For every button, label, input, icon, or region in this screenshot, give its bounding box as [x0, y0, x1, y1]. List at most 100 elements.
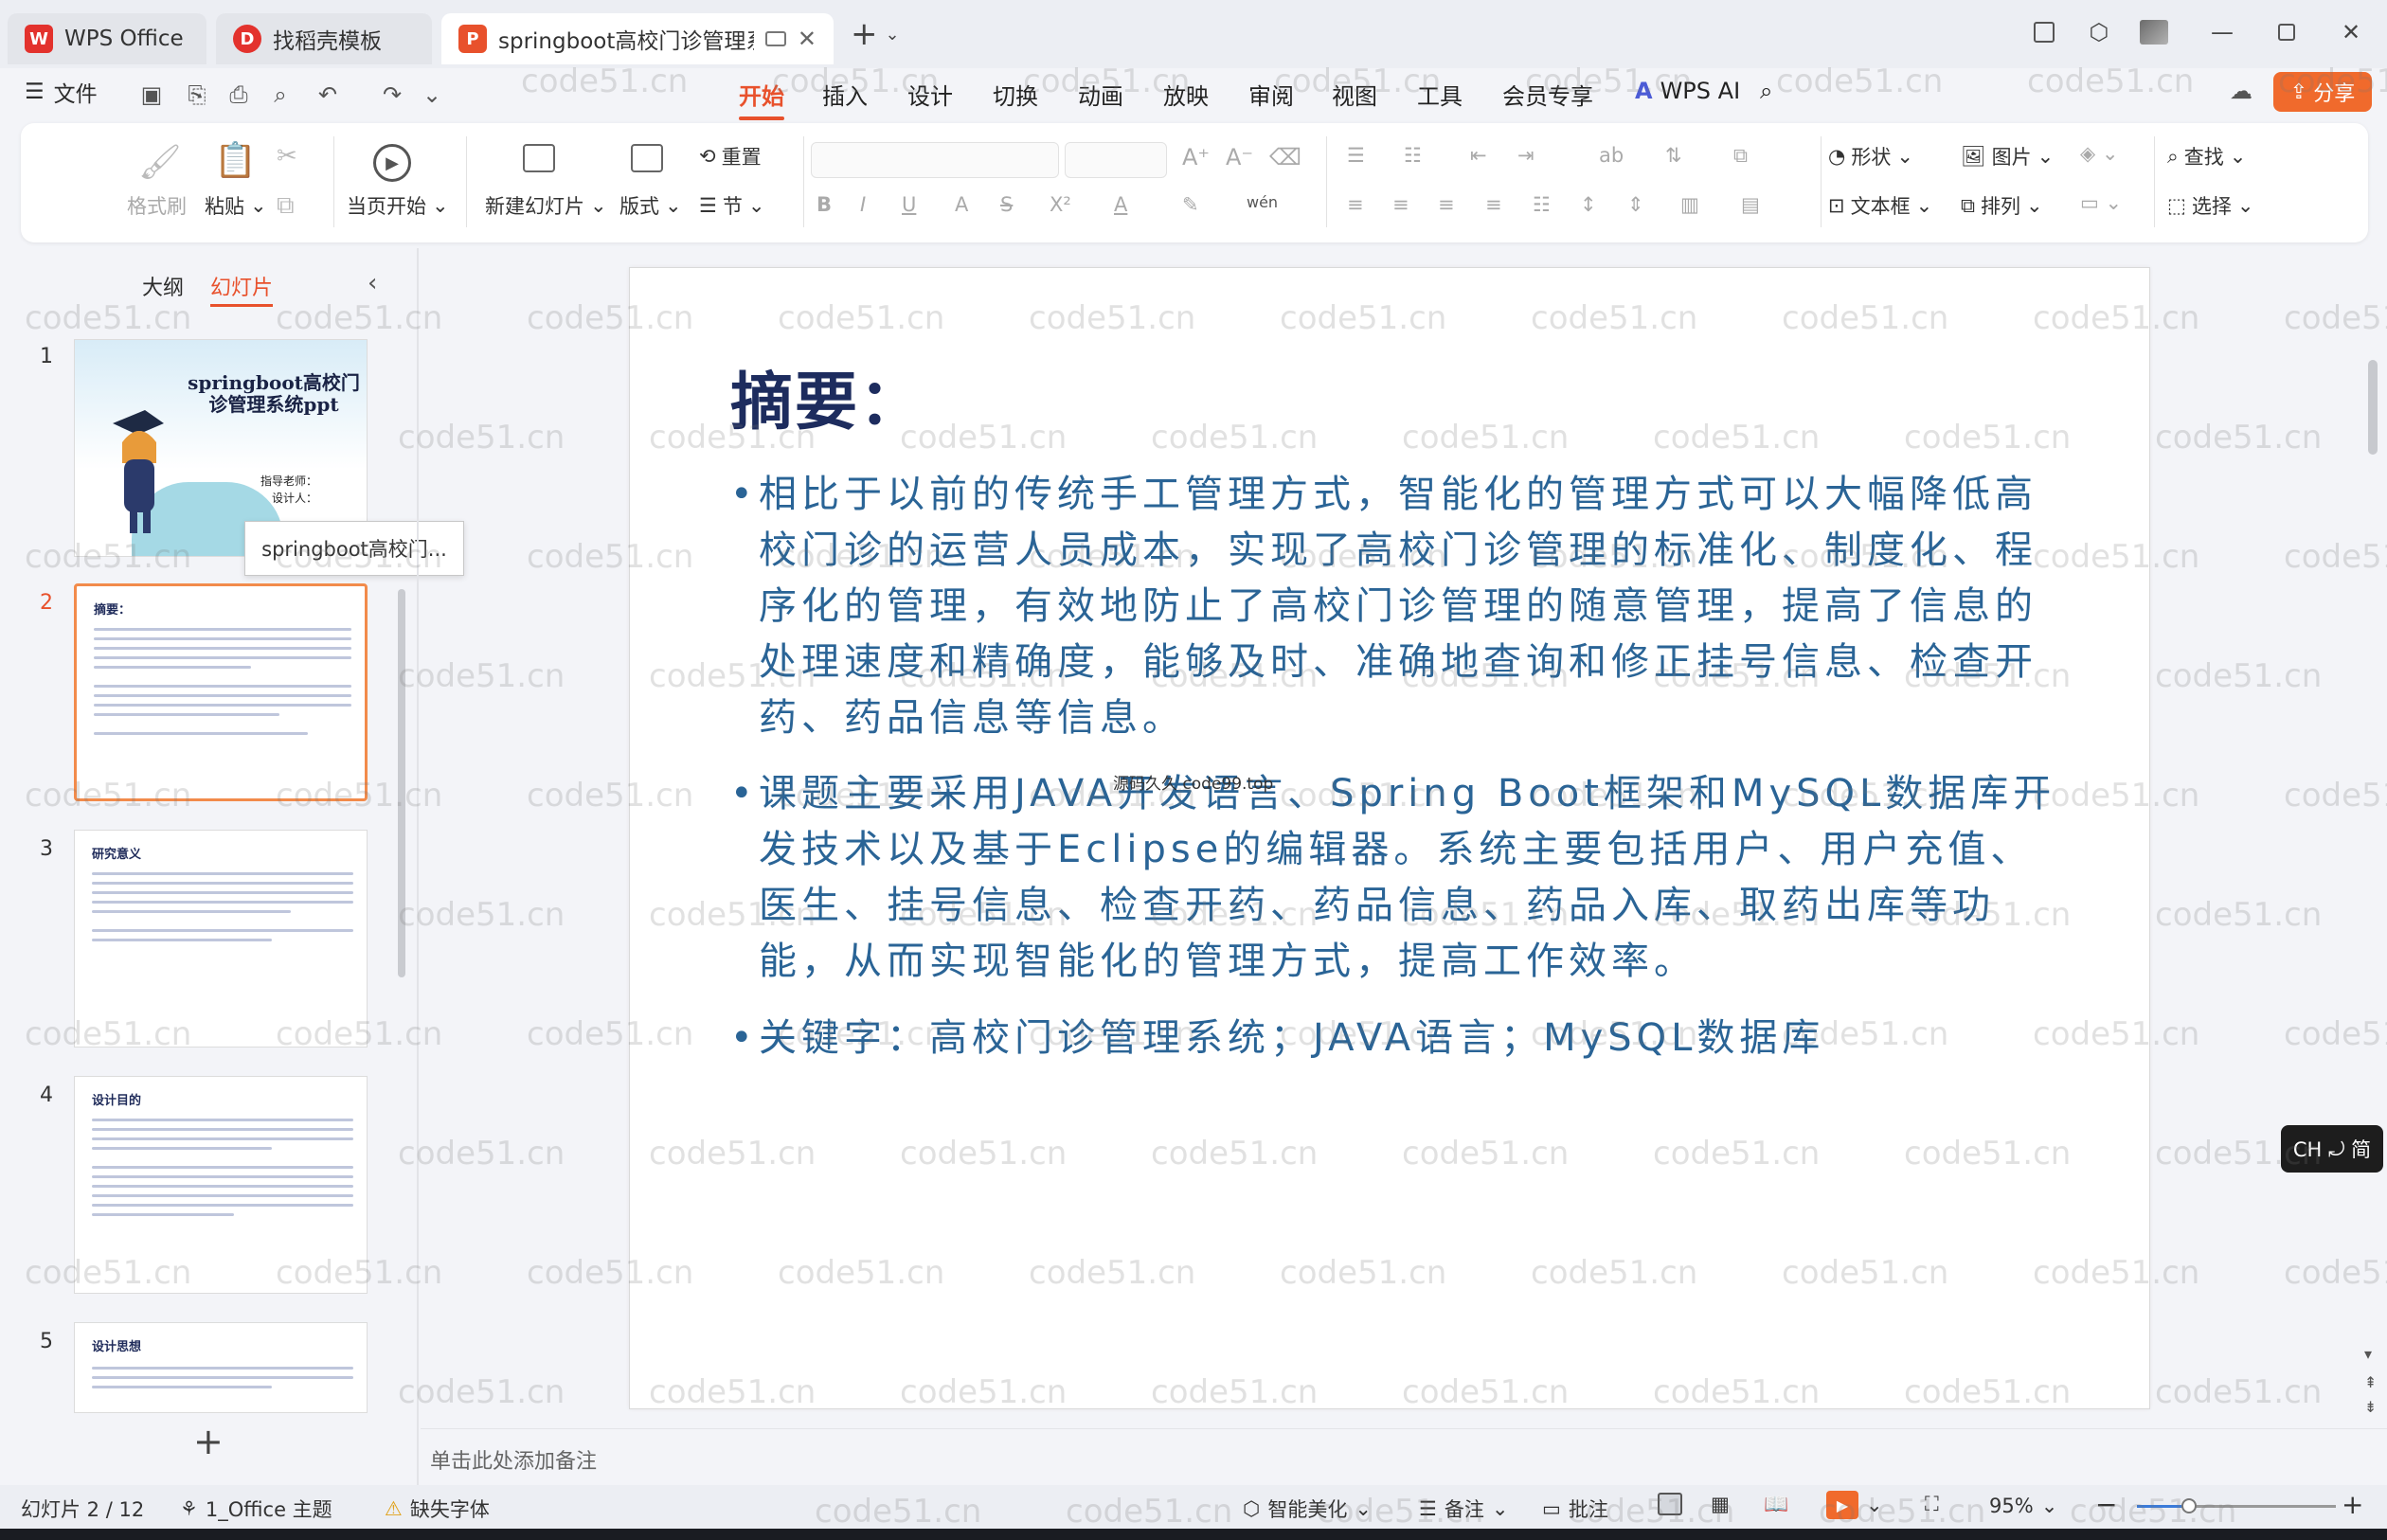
- cube-icon[interactable]: ⬡: [2080, 13, 2118, 51]
- layout-button[interactable]: 版式 ⌄: [619, 191, 682, 220]
- grid-view-icon[interactable]: ▦: [1711, 1493, 1730, 1515]
- tab-design[interactable]: 设计: [907, 78, 953, 111]
- underline-icon[interactable]: U: [902, 193, 916, 216]
- tab-find-template[interactable]: D 找稻壳模板: [216, 13, 432, 64]
- arrange-button[interactable]: ⧉ 排列 ⌄: [1961, 191, 2043, 220]
- tab-insert[interactable]: 插入: [822, 78, 868, 111]
- search-icon[interactable]: ⌕: [1760, 78, 1772, 104]
- zoom-slider[interactable]: [2137, 1498, 2336, 1513]
- format-painter-button[interactable]: 格式刷: [127, 191, 187, 220]
- new-slide-button[interactable]: 新建幻灯片 ⌄: [485, 191, 607, 220]
- tab-slideshow[interactable]: 放映: [1163, 78, 1209, 111]
- screen-icon[interactable]: [764, 31, 786, 46]
- text-align-icon[interactable]: ▤: [1741, 193, 1760, 216]
- columns-icon[interactable]: ▥: [1680, 193, 1699, 216]
- cut-icon[interactable]: ✂: [277, 142, 297, 170]
- find-button[interactable]: ⌕ 查找 ⌄: [2167, 142, 2246, 170]
- tab-transition[interactable]: 切换: [993, 78, 1038, 111]
- clear-format-icon[interactable]: ⌫: [1269, 144, 1301, 170]
- tab-slides[interactable]: 幻灯片: [210, 271, 274, 307]
- tab-member[interactable]: 会员专享: [1502, 78, 1593, 111]
- notes-button[interactable]: ☰ 备注 ⌄: [1419, 1495, 1508, 1523]
- slide-thumbnail-3[interactable]: 研究意义: [74, 830, 368, 1048]
- zoom-in-icon[interactable]: +: [2342, 1489, 2363, 1520]
- shape-button[interactable]: ◔ 形状 ⌄: [1828, 142, 1913, 170]
- zoom-out-icon[interactable]: −: [2095, 1489, 2117, 1520]
- user-avatar[interactable]: [2135, 13, 2173, 51]
- font-family-select[interactable]: [811, 142, 1059, 178]
- new-tab-icon[interactable]: +: [851, 15, 878, 53]
- chevron-down-icon[interactable]: ⌄: [886, 25, 900, 45]
- align-center-icon[interactable]: ≡: [1392, 193, 1409, 216]
- font-size-select[interactable]: [1065, 142, 1167, 178]
- file-menu[interactable]: ☰ 文件: [25, 76, 98, 108]
- reading-view-icon[interactable]: 📖: [1764, 1493, 1788, 1516]
- save-icon[interactable]: ▣: [136, 80, 167, 110]
- paragraph-spacing-icon[interactable]: ⇕: [1627, 193, 1644, 216]
- highlight-icon[interactable]: ✎: [1182, 193, 1199, 216]
- tab-view[interactable]: 视图: [1332, 78, 1377, 111]
- redo-icon[interactable]: ↷: [377, 80, 407, 110]
- wps-ai-button[interactable]: A WPS AI: [1635, 78, 1740, 104]
- textbox-button[interactable]: ⊡ 文本框 ⌄: [1828, 191, 1932, 220]
- prev-slide-icon[interactable]: ⇞: [2364, 1373, 2377, 1391]
- tab-outline[interactable]: 大纲: [142, 271, 184, 301]
- scroll-down-icon[interactable]: ▾: [2364, 1345, 2372, 1363]
- bullet-list-icon[interactable]: ☰: [1347, 144, 1365, 167]
- increase-font-icon[interactable]: A⁺: [1182, 144, 1210, 170]
- decrease-indent-icon[interactable]: ⇤: [1470, 144, 1487, 167]
- next-slide-icon[interactable]: ⇟: [2364, 1398, 2377, 1416]
- bold-icon[interactable]: B: [817, 193, 832, 216]
- align-left-icon[interactable]: ≡: [1347, 193, 1364, 216]
- print-preview-icon[interactable]: ⌕: [265, 80, 296, 110]
- superscript-icon[interactable]: X²: [1050, 193, 1071, 216]
- slide-thumbnail-2[interactable]: 摘要：: [74, 583, 368, 801]
- print-icon[interactable]: ⎙: [224, 80, 254, 110]
- picture-button[interactable]: 🖼 图片 ⌄: [1961, 142, 2054, 170]
- slide-thumbnail-4[interactable]: 设计目的: [74, 1076, 368, 1294]
- undo-icon[interactable]: ↶: [313, 80, 343, 110]
- phonetic-icon[interactable]: wén: [1247, 193, 1278, 211]
- bullet-1[interactable]: • 相比于以前的传统手工管理方式，智能化的管理方式可以大幅降低高校门诊的运营人员…: [730, 467, 2056, 746]
- fill-icon[interactable]: ◈ ⌄: [2080, 142, 2118, 165]
- bullet-2[interactable]: • 课题主要采用JAVA开发语言、Spring Boot框架和MySQL数据库开…: [730, 766, 2056, 990]
- outline-icon[interactable]: ▭ ⌄: [2080, 191, 2122, 214]
- tab-home[interactable]: 开始: [739, 78, 784, 120]
- smart-beautify-button[interactable]: ⬡ 智能美化 ⌄: [1243, 1495, 1372, 1523]
- tab-wps-office[interactable]: W WPS Office: [8, 13, 206, 64]
- reset-button[interactable]: ⟲ 重置: [699, 142, 762, 170]
- export-icon[interactable]: ⎘: [182, 80, 212, 110]
- slide-title[interactable]: 摘要：: [730, 351, 924, 442]
- select-button[interactable]: ⬚ 选择 ⌄: [2167, 191, 2253, 220]
- ime-indicator[interactable]: CH ⤾ 简: [2281, 1125, 2383, 1173]
- strikethrough-icon[interactable]: S: [1000, 193, 1013, 216]
- slide-thumbnail-5[interactable]: 设计思想: [74, 1322, 368, 1413]
- minimize-icon[interactable]: —: [2203, 13, 2241, 51]
- tab-animation[interactable]: 动画: [1078, 78, 1123, 111]
- tab-tools[interactable]: 工具: [1417, 78, 1463, 111]
- cloud-upload-icon[interactable]: ☁: [2226, 76, 2256, 106]
- font-color-icon[interactable]: A: [1114, 193, 1127, 216]
- canvas-scrollbar[interactable]: [2368, 360, 2378, 455]
- add-slide-icon[interactable]: +: [193, 1421, 224, 1462]
- tab-review[interactable]: 审阅: [1248, 78, 1294, 111]
- missing-font-button[interactable]: ⚠ 缺失字体: [385, 1495, 490, 1523]
- text-direction-icon[interactable]: ab: [1599, 144, 1624, 167]
- notes-area[interactable]: 单击此处添加备注: [421, 1428, 2387, 1485]
- tab-current-document[interactable]: P springboot高校门诊管理系统 ✕: [441, 13, 834, 64]
- numbered-list-icon[interactable]: ☷: [1404, 144, 1422, 167]
- slideshow-button[interactable]: ▶ ⌄: [1826, 1491, 1883, 1519]
- paste-button[interactable]: 粘贴 ⌄: [205, 191, 267, 220]
- line-spacing-icon[interactable]: ↕: [1580, 193, 1597, 216]
- normal-view-icon[interactable]: [1658, 1493, 1682, 1515]
- convert-icon[interactable]: ⧉: [1733, 144, 1748, 168]
- italic-icon[interactable]: I: [860, 193, 866, 216]
- copy-icon[interactable]: ⧉: [277, 191, 295, 221]
- close-window-icon[interactable]: ✕: [2332, 13, 2370, 51]
- section-button[interactable]: ☰ 节 ⌄: [699, 191, 764, 220]
- increase-indent-icon[interactable]: ⇥: [1517, 144, 1534, 167]
- slide-canvas[interactable]: 摘要： • 相比于以前的传统手工管理方式，智能化的管理方式可以大幅降低高校门诊的…: [629, 267, 2150, 1409]
- justify-icon[interactable]: ≡: [1485, 193, 1502, 216]
- play-from-current-button[interactable]: 当页开始 ⌄: [347, 191, 449, 220]
- bullet-3[interactable]: • 关键字：高校门诊管理系统；JAVA语言；MySQL数据库: [730, 1011, 2056, 1066]
